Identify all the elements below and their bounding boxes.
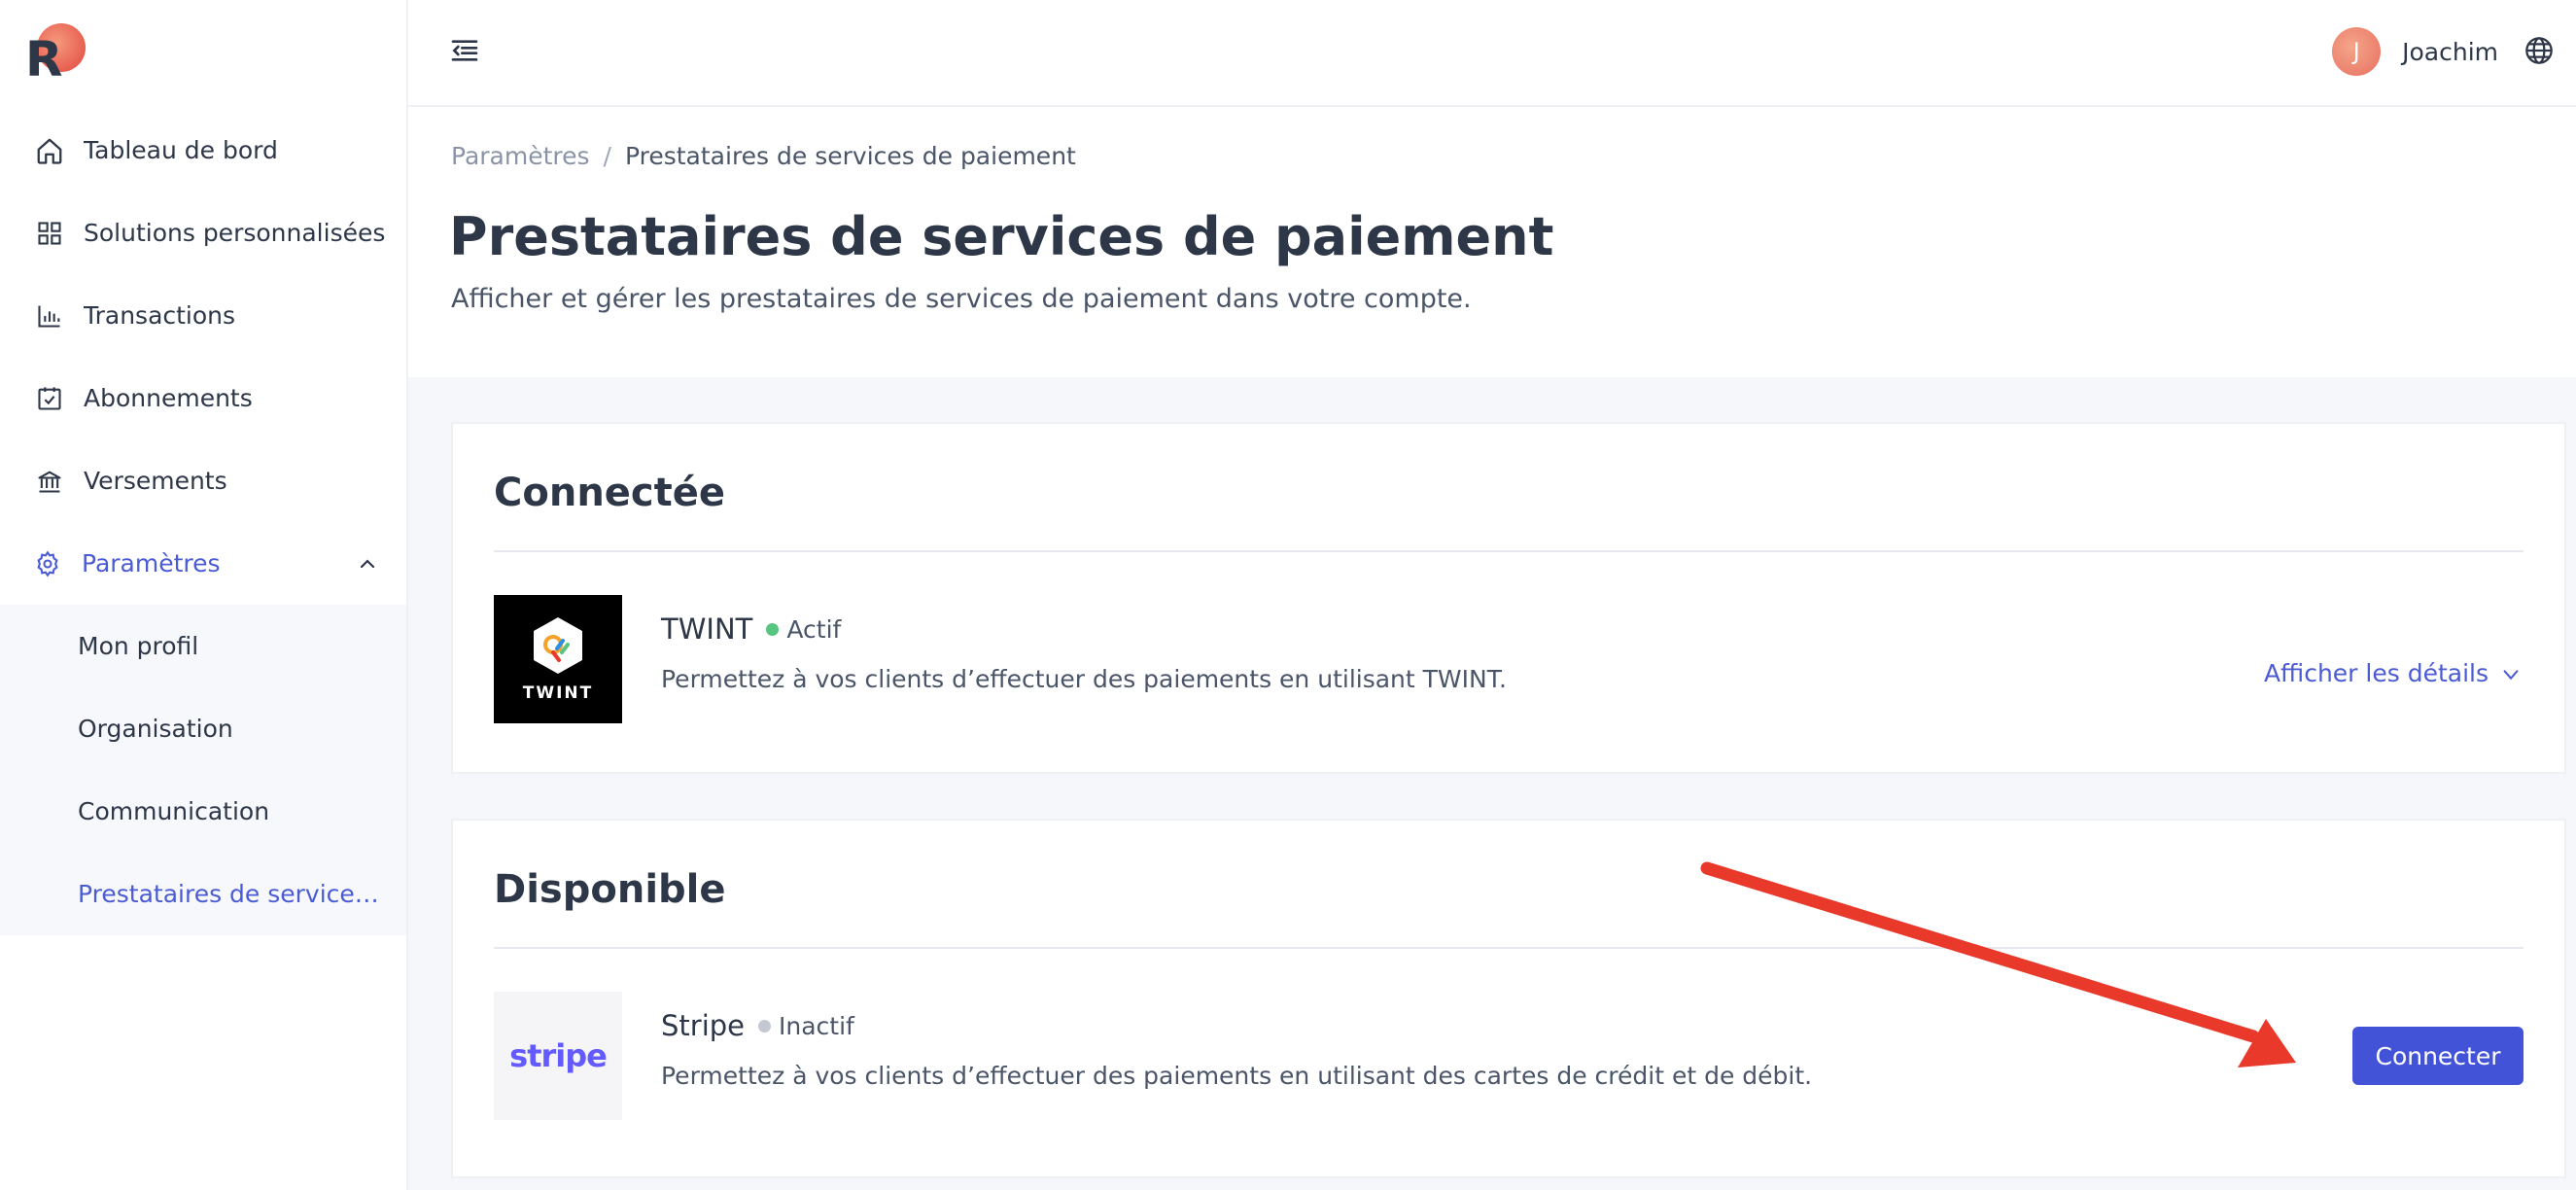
- stripe-logo-text: stripe: [509, 1037, 608, 1074]
- sidebar-item-label: Versements: [84, 467, 227, 495]
- connect-button[interactable]: Connecter: [2352, 1027, 2524, 1085]
- sidebar-item-transactions[interactable]: Transactions: [0, 274, 408, 357]
- collapse-menu-icon[interactable]: [449, 35, 484, 70]
- available-card: Disponible stripe Stripe Inactif Permett…: [451, 819, 2566, 1178]
- calendar-check-icon: [35, 384, 64, 413]
- sidebar-subitem-communication[interactable]: Communication: [0, 770, 406, 853]
- main-content: Connectée TWINT TWINT Actif Permettez à …: [408, 377, 2576, 1190]
- user-name: Joachim: [2402, 37, 2498, 66]
- breadcrumb-current: Prestataires de services de paiement: [624, 142, 1076, 170]
- sidebar-nav: Tableau de bord Solutions personnalisées…: [0, 109, 408, 935]
- top-bar: J Joachim: [408, 0, 2576, 107]
- section-title: Disponible: [494, 867, 726, 912]
- brand-logo[interactable]: R: [25, 23, 89, 88]
- status-dot: [766, 622, 780, 636]
- sidebar-item-label: Transactions: [84, 301, 236, 330]
- provider-description: Permettez à vos clients d’effectuer des …: [661, 665, 1507, 693]
- sidebar-subitem-payment-providers[interactable]: Prestataires de services de paiement: [0, 853, 406, 935]
- bar-chart-icon: [35, 301, 64, 331]
- sidebar-item-label: Abonnements: [84, 384, 253, 412]
- stripe-logo: stripe: [494, 992, 622, 1120]
- bank-icon: [35, 467, 64, 496]
- provider-name: TWINT: [661, 612, 753, 646]
- section-title: Connectée: [494, 471, 726, 515]
- sidebar-item-label: Paramètres: [82, 549, 221, 578]
- page-subtitle: Afficher et gérer les prestataires de se…: [451, 284, 1472, 314]
- twint-logo-text: TWINT: [522, 683, 594, 703]
- page-header: Paramètres / Prestataires de services de…: [408, 107, 2576, 377]
- sidebar-item-label: Tableau de bord: [84, 136, 278, 164]
- chevron-up-icon[interactable]: [356, 552, 379, 576]
- connected-card: Connectée TWINT TWINT Actif Permettez à …: [451, 422, 2566, 774]
- sidebar-item-settings[interactable]: Paramètres: [0, 522, 408, 605]
- breadcrumb: Paramètres / Prestataires de services de…: [451, 142, 1076, 170]
- divider: [494, 550, 2524, 552]
- twint-icon: [534, 617, 582, 674]
- provider-description: Permettez à vos clients d’effectuer des …: [661, 1062, 1813, 1090]
- chevron-down-icon: [2500, 663, 2522, 684]
- grid-icon: [35, 219, 64, 248]
- sidebar-subitem-profile[interactable]: Mon profil: [0, 605, 406, 687]
- breadcrumb-parent-link[interactable]: Paramètres: [451, 142, 590, 170]
- page-title: Prestataires de services de paiement: [449, 206, 1554, 267]
- provider-heading: Stripe Inactif: [661, 1009, 854, 1042]
- sidebar-item-subscriptions[interactable]: Abonnements: [0, 357, 408, 439]
- sidebar-item-payouts[interactable]: Versements: [0, 439, 408, 522]
- sidebar-item-custom-solutions[interactable]: Solutions personnalisées: [0, 192, 408, 274]
- sidebar-subitem-organization[interactable]: Organisation: [0, 687, 406, 770]
- home-icon: [35, 136, 64, 165]
- settings-subnav: Mon profil Organisation Communication Pr…: [0, 605, 406, 935]
- divider: [494, 947, 2524, 949]
- user-menu[interactable]: J Joachim: [2332, 27, 2498, 76]
- avatar: J: [2332, 27, 2382, 76]
- show-details-link[interactable]: Afficher les détails: [2264, 659, 2522, 687]
- breadcrumb-separator: /: [603, 142, 611, 170]
- sidebar-item-label: Solutions personnalisées: [84, 219, 386, 247]
- logo-letter: R: [25, 31, 63, 88]
- sidebar-item-dashboard[interactable]: Tableau de bord: [0, 109, 408, 192]
- globe-icon[interactable]: [2524, 35, 2557, 68]
- gear-icon: [33, 549, 62, 578]
- sidebar: R Tableau de bord Solutions personnalisé…: [0, 0, 408, 1190]
- twint-logo: TWINT: [494, 595, 622, 723]
- provider-name: Stripe: [661, 1009, 746, 1042]
- status-badge: Actif: [786, 614, 842, 644]
- provider-heading: TWINT Actif: [661, 612, 841, 646]
- status-dot: [758, 1019, 772, 1032]
- status-badge: Inactif: [779, 1011, 854, 1040]
